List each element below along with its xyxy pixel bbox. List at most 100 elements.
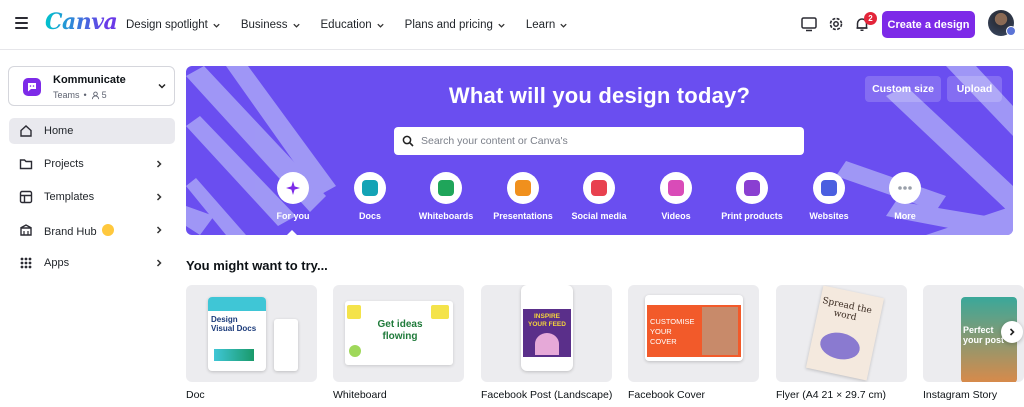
website-icon: [813, 172, 845, 204]
doc-icon: [354, 172, 386, 204]
chevron-right-icon: [156, 160, 162, 168]
selected-category-pointer: [286, 230, 298, 235]
category-label: Presentations: [493, 211, 553, 221]
hero-banner: What will you design today? Custom size …: [186, 66, 1013, 235]
chevron-down-icon: [158, 83, 166, 89]
nav-label: Plans and pricing: [404, 19, 493, 31]
facebook-cover-thumbnail: CUSTOMISE YOUR COVER: [628, 285, 759, 382]
category-label: More: [894, 211, 916, 221]
card-title: Facebook Cover: [628, 389, 706, 401]
category-for-you[interactable]: For you: [253, 172, 333, 221]
team-member-count: 5: [101, 90, 107, 100]
chevron-down-icon: [292, 23, 300, 28]
nav-label: Learn: [525, 19, 556, 31]
search-input[interactable]: [421, 135, 791, 147]
templates-icon: [19, 190, 33, 204]
chevron-right-icon: [156, 226, 162, 234]
nav-label: Education: [320, 19, 372, 31]
apps-grid-icon: [20, 257, 32, 269]
category-whiteboards[interactable]: Whiteboards: [406, 172, 486, 221]
thumb-text: Get ideas flowing: [377, 319, 423, 342]
sparkle-icon: [277, 172, 309, 204]
whiteboard-thumbnail: Get ideas flowing: [333, 285, 464, 382]
category-label: Videos: [661, 211, 691, 221]
category-websites[interactable]: Websites: [789, 172, 869, 221]
sidebar-item-label: Apps: [44, 257, 70, 269]
separator-dot: •: [83, 90, 87, 100]
category-label: Whiteboards: [418, 211, 474, 221]
chevron-down-icon: [498, 23, 505, 28]
settings-gear-icon[interactable]: [827, 15, 845, 33]
members-icon: [91, 91, 99, 99]
print-icon: [736, 172, 768, 204]
suggestion-card-facebook-cover[interactable]: CUSTOMISE YOUR COVER Facebook Cover: [628, 285, 759, 401]
suggestion-card-whiteboard[interactable]: Get ideas flowing Whiteboard: [333, 285, 464, 401]
sidebar-item-label: Templates: [44, 191, 95, 203]
notification-count-badge: 2: [864, 12, 877, 25]
category-docs[interactable]: Docs: [330, 172, 410, 221]
category-label: For you: [276, 211, 310, 221]
sidebar-item-brand-hub[interactable]: Brand Hub: [9, 217, 175, 243]
menu-icon[interactable]: [15, 17, 28, 29]
chevron-right-icon: [156, 259, 162, 267]
chevron-down-icon: [377, 23, 384, 28]
sidebar-item-home[interactable]: Home: [9, 118, 175, 144]
sidebar-item-label: Brand Hub: [44, 223, 114, 238]
doc-thumbnail: Design Visual Docs: [186, 285, 317, 382]
design-search-bar: [394, 127, 804, 155]
sidebar-item-label: Projects: [44, 158, 84, 170]
team-indicator-icon: [1006, 26, 1016, 36]
sidebar-item-templates[interactable]: Templates: [9, 184, 175, 210]
facebook-post-thumbnail: INSPIRE YOUR FEED: [481, 285, 612, 382]
team-plan: Teams: [53, 90, 80, 100]
sidebar-item-label: Home: [44, 125, 74, 137]
upload-button[interactable]: Upload: [947, 76, 1002, 102]
thumb-text: INSPIRE YOUR FEED: [528, 313, 566, 328]
nav-label: Business: [240, 19, 288, 31]
category-videos[interactable]: Videos: [636, 172, 716, 221]
more-icon: [889, 172, 921, 204]
category-print-products[interactable]: Print products: [712, 172, 792, 221]
nav-business[interactable]: Business: [241, 19, 301, 31]
team-name: Kommunicate: [53, 74, 126, 86]
desktop-app-icon[interactable]: [800, 15, 818, 33]
category-presentations[interactable]: Presentations: [483, 172, 563, 221]
custom-size-button[interactable]: Custom size: [865, 76, 941, 102]
chevron-right-icon: [1009, 328, 1015, 336]
sidebar-item-projects[interactable]: Projects: [9, 151, 175, 177]
search-icon: [402, 135, 414, 147]
chevron-down-icon: [560, 23, 567, 28]
sidebar-item-apps[interactable]: Apps: [9, 250, 175, 276]
chevron-right-icon: [156, 193, 162, 201]
nav-design-spotlight[interactable]: Design spotlight: [126, 19, 221, 31]
suggestion-card-facebook-post[interactable]: INSPIRE YOUR FEED Facebook Post (Landsca…: [481, 285, 612, 401]
suggestion-card-instagram-story[interactable]: Perfect your post Instagram Story: [923, 285, 1024, 401]
category-label: Docs: [358, 211, 381, 221]
top-navigation-bar: Canva Design spotlight Business Educatio…: [0, 0, 1024, 50]
heart-icon: [583, 172, 615, 204]
nav-education[interactable]: Education: [321, 19, 385, 31]
category-more[interactable]: More: [865, 172, 945, 221]
suggestion-card-doc[interactable]: Design Visual Docs Doc: [186, 285, 317, 401]
main-nav: Design spotlight Business Education Plan…: [126, 0, 588, 50]
brand-hub-icon: [20, 224, 32, 236]
category-social-media[interactable]: Social media: [559, 172, 639, 221]
carousel-next-button[interactable]: [1001, 321, 1023, 343]
nav-label: Design spotlight: [126, 19, 208, 31]
card-title: Flyer (A4 21 × 29.7 cm): [776, 389, 886, 401]
team-switcher[interactable]: Kommunicate Teams • 5: [8, 66, 175, 106]
suggestion-card-flyer[interactable]: Spread the word Flyer (A4 21 × 29.7 cm): [776, 285, 907, 401]
card-title: Whiteboard: [333, 389, 387, 401]
suggestions-title: You might want to try...: [186, 258, 328, 273]
card-title: Doc: [186, 389, 205, 401]
thumb-text: Perfect your post: [963, 325, 1005, 345]
create-design-button[interactable]: Create a design: [882, 11, 975, 38]
chevron-down-icon: [213, 23, 220, 28]
category-label: Print products: [721, 211, 783, 221]
folder-icon: [19, 159, 33, 170]
nav-learn[interactable]: Learn: [526, 19, 568, 31]
nav-plans-pricing[interactable]: Plans and pricing: [405, 19, 506, 31]
card-title: Facebook Post (Landscape): [481, 389, 613, 401]
canva-logo[interactable]: Canva: [45, 9, 118, 35]
team-logo-icon: [23, 78, 41, 96]
